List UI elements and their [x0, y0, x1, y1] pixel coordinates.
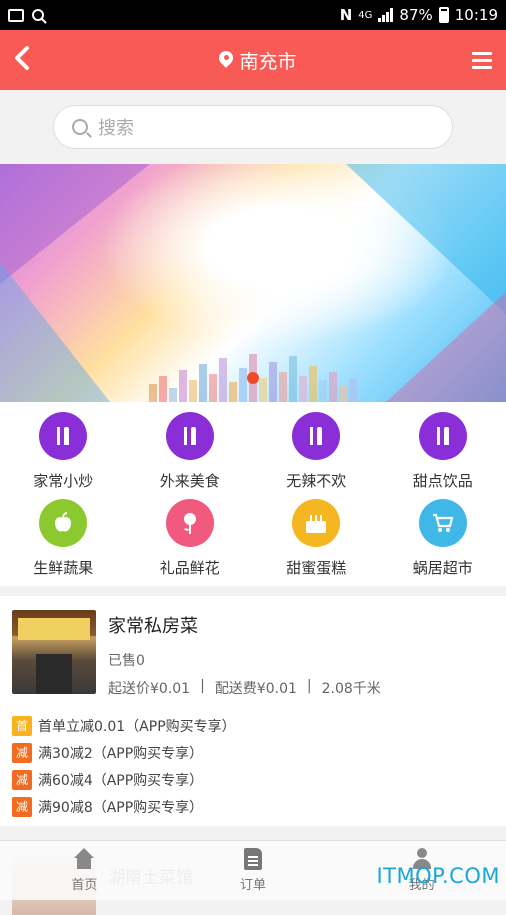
- cake-icon: [292, 499, 340, 547]
- search-icon: [32, 9, 44, 21]
- signal-icon: [378, 8, 393, 22]
- shop-thumbnail: [12, 610, 96, 694]
- carousel-indicator[interactable]: [247, 372, 259, 384]
- apple-icon: [39, 499, 87, 547]
- cutlery-icon: [39, 412, 87, 460]
- category-label: 蜗居超市: [413, 557, 473, 578]
- flower-icon: [166, 499, 214, 547]
- promo-item: 减 满30减2（APP购买专享）: [12, 739, 494, 766]
- category-label: 礼品鲜花: [160, 557, 220, 578]
- category-grid: 家常小炒 外来美食 无辣不欢 甜点饮品 生鲜蔬果 礼品鲜花 甜蜜蛋糕 蜗居超市: [0, 402, 506, 586]
- watermark: ITMOP.COM: [376, 864, 500, 888]
- gallery-icon: [8, 9, 24, 22]
- nfc-icon: N: [340, 6, 353, 24]
- promo-item: 减 满60减4（APP购买专享）: [12, 766, 494, 793]
- back-button[interactable]: [14, 44, 44, 77]
- category-label: 生鲜蔬果: [33, 557, 93, 578]
- city-label: 南充市: [239, 47, 296, 74]
- category-item[interactable]: 生鲜蔬果: [0, 499, 127, 578]
- promo-tag: 减: [12, 770, 32, 790]
- menu-button[interactable]: [472, 52, 492, 69]
- search-input[interactable]: 搜索: [53, 105, 453, 149]
- search-placeholder: 搜索: [98, 114, 134, 140]
- city-selector[interactable]: 南充市: [219, 47, 296, 74]
- battery-percent: 87%: [399, 6, 432, 24]
- category-label: 甜蜜蛋糕: [286, 557, 346, 578]
- magnifier-icon: [72, 119, 88, 135]
- min-order-price: 起送价¥0.01: [108, 678, 190, 698]
- order-icon: [244, 848, 262, 870]
- cutlery-icon: [292, 412, 340, 460]
- category-item[interactable]: 甜点饮品: [380, 412, 506, 491]
- cutlery-icon: [166, 412, 214, 460]
- promo-text: 满30减2（APP购买专享）: [38, 743, 203, 763]
- promo-item: 减 满90减8（APP购买专享）: [12, 793, 494, 820]
- promo-item: 首 首单立减0.01（APP购买专享）: [12, 712, 494, 739]
- app-header: 南充市: [0, 30, 506, 90]
- network-label: 4G: [358, 10, 372, 21]
- category-item[interactable]: 家常小炒: [0, 412, 127, 491]
- category-item[interactable]: 外来美食: [127, 412, 254, 491]
- status-bar: N 4G 87% 10:19: [0, 0, 506, 30]
- promo-text: 满60减4（APP购买专享）: [38, 770, 203, 790]
- tab-home[interactable]: 首页: [0, 841, 169, 900]
- category-label: 家常小炒: [33, 470, 93, 491]
- promo-text: 满90减8（APP购买专享）: [38, 797, 203, 817]
- shop-sold-count: 已售0: [108, 650, 494, 670]
- category-item[interactable]: 甜蜜蛋糕: [253, 499, 380, 578]
- promo-tag: 减: [12, 797, 32, 817]
- tab-orders[interactable]: 订单: [169, 841, 338, 900]
- category-item[interactable]: 蜗居超市: [380, 499, 506, 578]
- search-section: 搜索: [0, 90, 506, 164]
- tab-label: 首页: [71, 874, 97, 893]
- category-label: 甜点饮品: [413, 470, 473, 491]
- clock: 10:19: [455, 6, 498, 24]
- battery-icon: [439, 7, 449, 23]
- category-item[interactable]: 礼品鲜花: [127, 499, 254, 578]
- cart-icon: [419, 499, 467, 547]
- shop-meta: 起送价¥0.01 | 配送费¥0.01 | 2.08千米: [108, 678, 494, 698]
- promo-banner[interactable]: [0, 164, 506, 402]
- location-pin-icon: [219, 51, 233, 69]
- category-label: 无辣不欢: [286, 470, 346, 491]
- delivery-fee: 配送费¥0.01: [215, 678, 297, 698]
- promo-list: 首 首单立减0.01（APP购买专享） 减 满30减2（APP购买专享） 减 满…: [12, 712, 494, 820]
- tab-label: 订单: [240, 874, 266, 893]
- category-item[interactable]: 无辣不欢: [253, 412, 380, 491]
- shop-card[interactable]: 家常私房菜 已售0 起送价¥0.01 | 配送费¥0.01 | 2.08千米 首…: [0, 596, 506, 826]
- promo-tag: 首: [12, 716, 32, 736]
- cutlery-icon: [419, 412, 467, 460]
- category-label: 外来美食: [160, 470, 220, 491]
- chevron-left-icon: [14, 46, 30, 70]
- distance: 2.08千米: [322, 678, 381, 698]
- promo-text: 首单立减0.01（APP购买专享）: [38, 716, 236, 736]
- home-icon: [73, 848, 95, 870]
- promo-tag: 减: [12, 743, 32, 763]
- shop-name: 家常私房菜: [108, 612, 494, 638]
